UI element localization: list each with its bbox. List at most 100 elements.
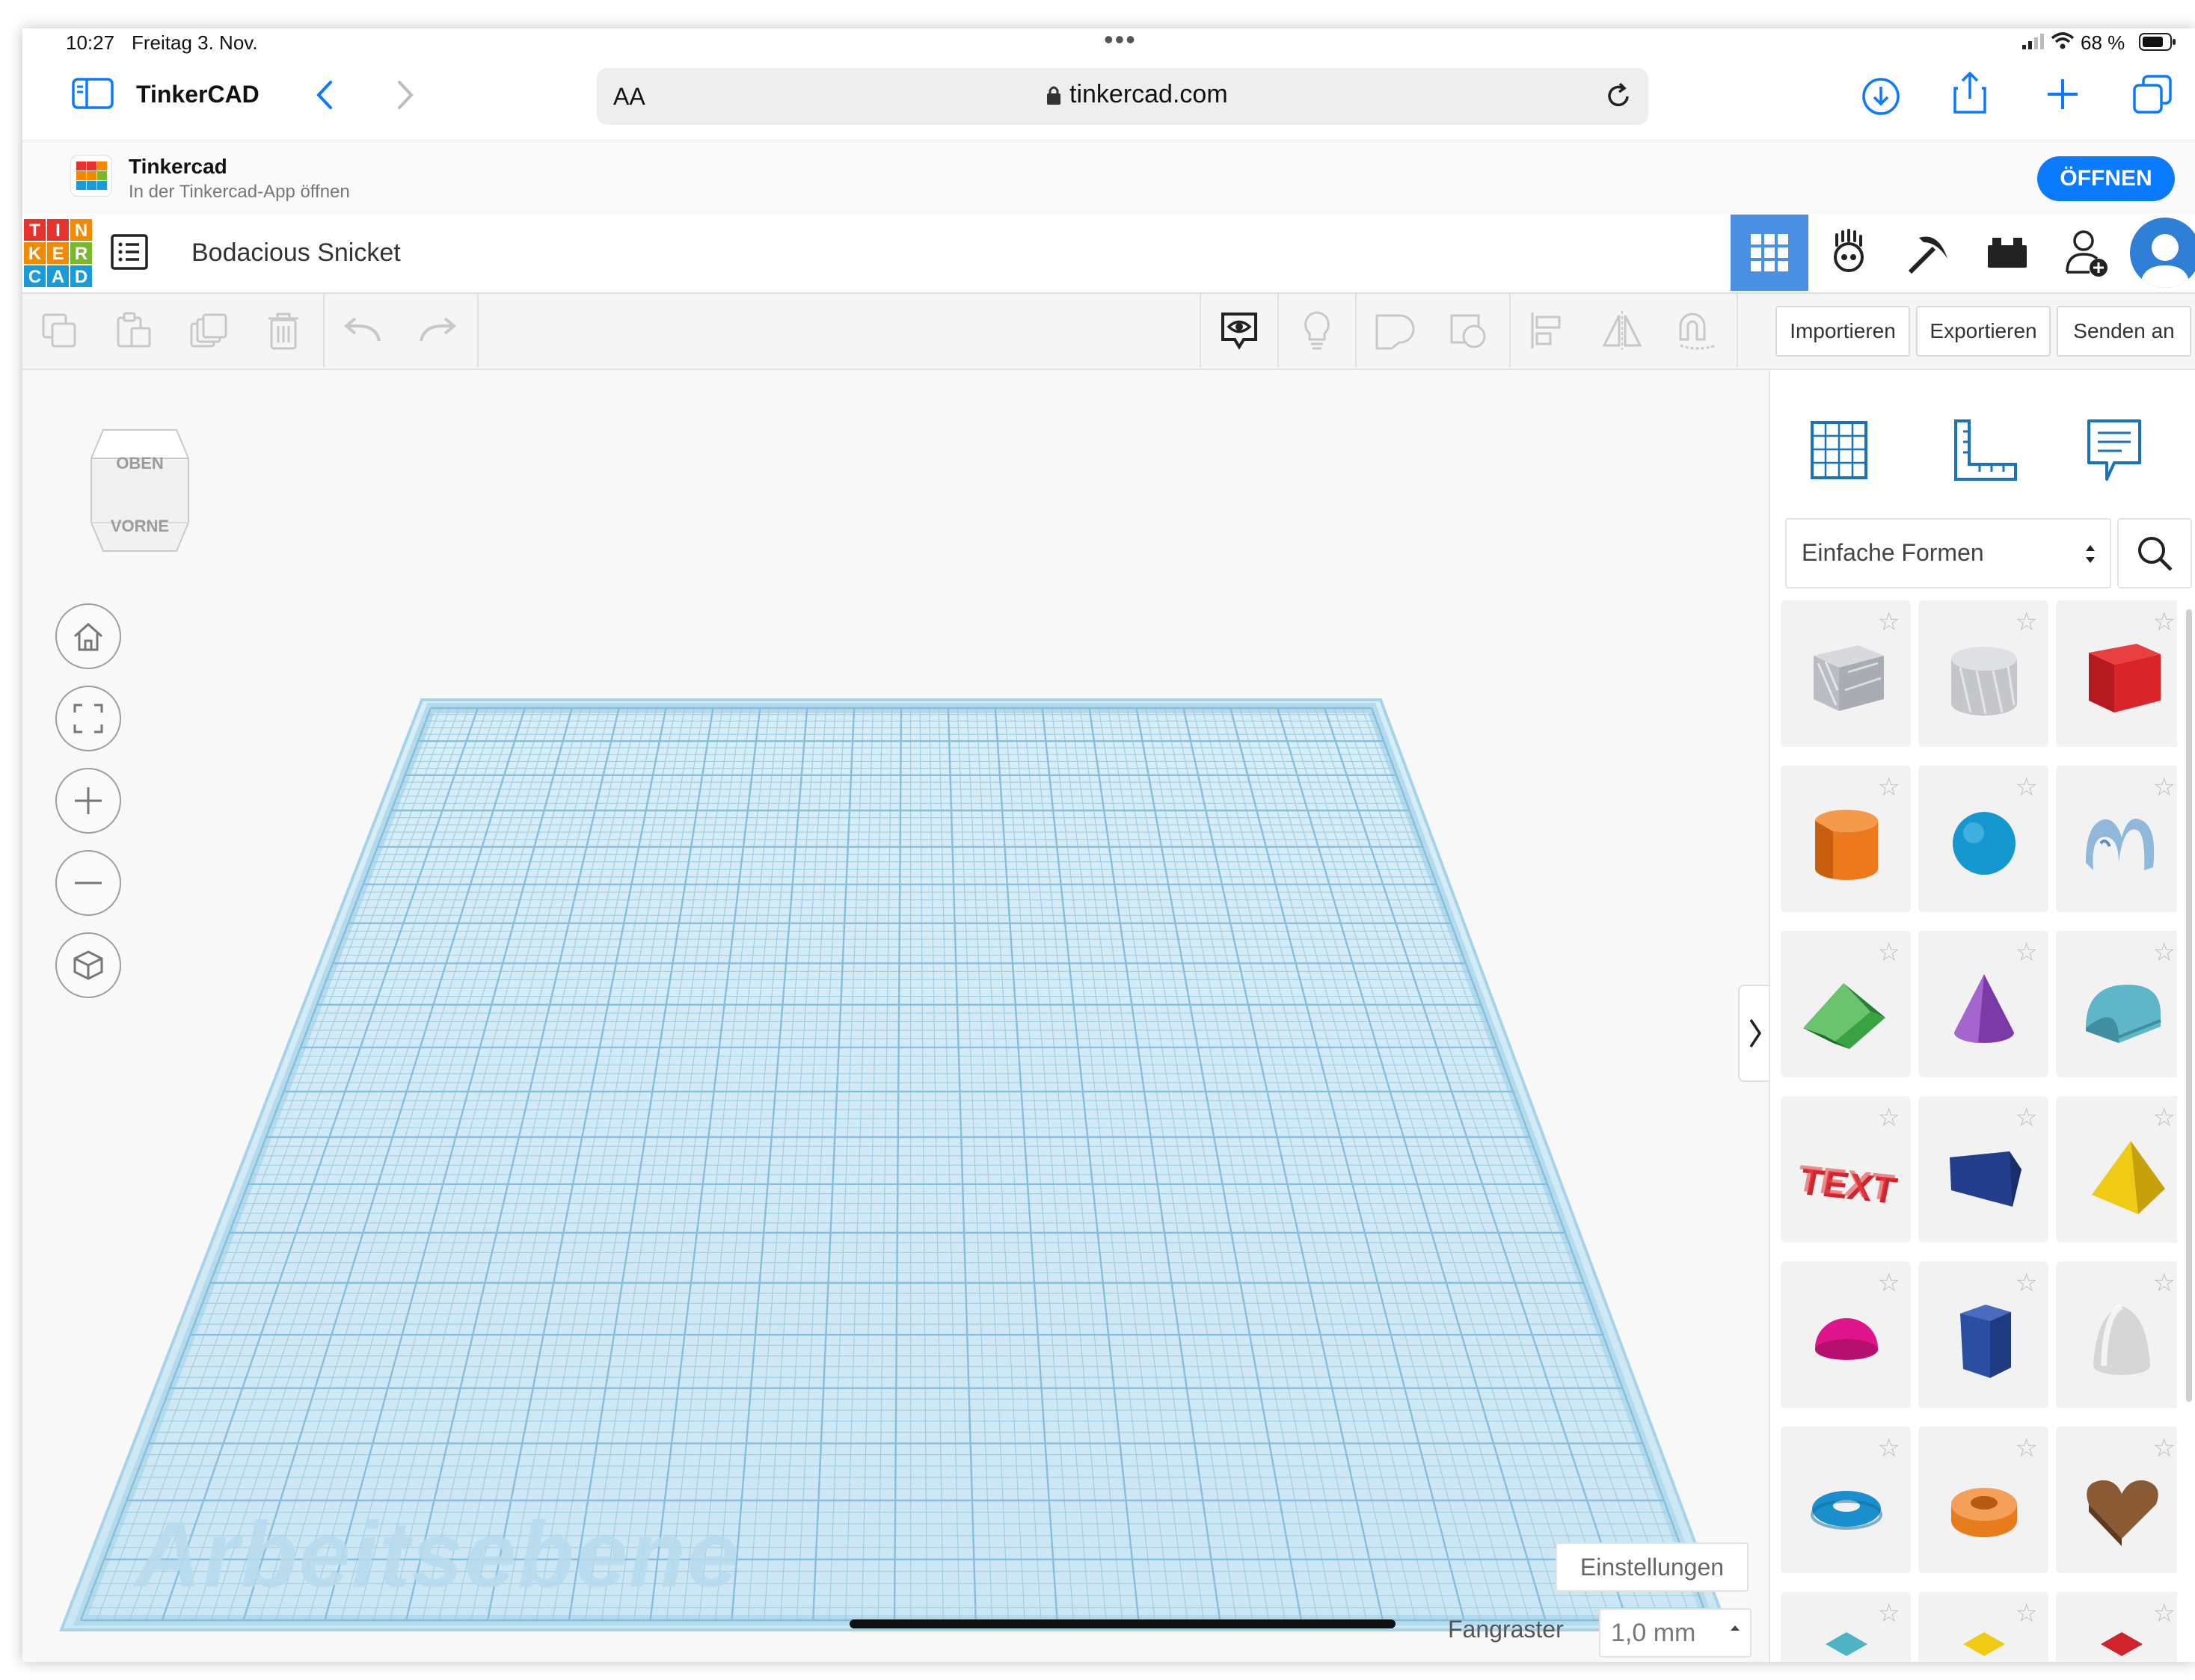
favorite-star-icon[interactable]: ☆: [2016, 609, 2038, 635]
logo-letter: R: [75, 244, 88, 264]
favorite-star-icon[interactable]: ☆: [2153, 1436, 2176, 1461]
paste-button[interactable]: [97, 294, 171, 367]
align-button[interactable]: [1511, 294, 1584, 367]
notes-tool-button[interactable]: [2084, 416, 2144, 490]
shape-tile-cylinder[interactable]: ☆: [1781, 766, 1911, 912]
user-avatar[interactable]: [2130, 218, 2195, 288]
redo-button[interactable]: [401, 294, 474, 367]
forward-icon[interactable]: [396, 79, 416, 114]
app-banner-logo: [70, 155, 112, 197]
browser-tab-title[interactable]: TinkerCAD: [136, 81, 260, 108]
favorite-star-icon[interactable]: ☆: [1878, 1436, 1900, 1461]
open-app-button[interactable]: ÖFFNEN: [2037, 156, 2175, 201]
mirror-button[interactable]: [1585, 294, 1659, 367]
shape-tile-scribble[interactable]: ☆: [2056, 766, 2177, 912]
invite-user-button[interactable]: [2048, 215, 2125, 291]
duplicate-button[interactable]: [172, 294, 245, 367]
copy-button[interactable]: [22, 294, 96, 367]
favorite-star-icon[interactable]: ☆: [1878, 1601, 1900, 1626]
shape-tile-wedge[interactable]: ☆: [1918, 1096, 2048, 1243]
favorite-star-icon[interactable]: ☆: [1878, 940, 1900, 965]
shape-tile-text[interactable]: TEXT TEXT ☆: [1781, 1096, 1911, 1243]
solid-button[interactable]: [1358, 294, 1431, 367]
codeblocks-button[interactable]: [1810, 215, 1888, 291]
text-size-button[interactable]: AA: [613, 83, 645, 111]
favorite-star-icon[interactable]: ☆: [2153, 775, 2176, 800]
favorite-star-icon[interactable]: ☆: [1878, 609, 1900, 635]
shape-tile-polygon[interactable]: ☆: [1918, 1261, 2048, 1408]
home-indicator: [850, 1619, 1396, 1628]
bricks-button[interactable]: [1968, 215, 2046, 291]
delete-button[interactable]: [247, 294, 320, 367]
favorite-star-icon[interactable]: ☆: [2016, 775, 2038, 800]
back-icon[interactable]: [314, 79, 334, 114]
snap-grid-select[interactable]: 1,0 mm: [1599, 1608, 1752, 1658]
brick-icon: [1988, 238, 2027, 268]
workspace-viewport[interactable]: OBEN VORNE Arbeitsebene Einstellungen Fa…: [22, 370, 1771, 1662]
favorite-star-icon[interactable]: ☆: [1878, 1270, 1900, 1296]
download-icon[interactable]: [1861, 76, 1901, 120]
favorite-star-icon[interactable]: ☆: [2153, 940, 2176, 965]
hole-button[interactable]: [1433, 294, 1506, 367]
view-3d-grid-button[interactable]: [1731, 215, 1808, 291]
import-button[interactable]: Importieren: [1775, 306, 1910, 357]
shape-category-select[interactable]: Einfache Formen: [1785, 518, 2111, 588]
favorite-star-icon[interactable]: ☆: [2016, 940, 2038, 965]
shape-tile-partial[interactable]: ☆: [1918, 1592, 2048, 1662]
favorite-star-icon[interactable]: ☆: [1878, 775, 1900, 800]
workplane-grid[interactable]: [22, 370, 1769, 1662]
tabs-overview-icon[interactable]: [2133, 75, 2172, 117]
shape-tile-roof[interactable]: ☆: [1781, 931, 1911, 1077]
favorite-star-icon[interactable]: ☆: [2153, 609, 2176, 635]
show-all-button[interactable]: [1203, 294, 1276, 367]
ruler-tool-button[interactable]: [1950, 416, 2020, 487]
minecraft-pickaxe-button[interactable]: [1889, 215, 1967, 291]
workplane-tool-button[interactable]: [1806, 416, 1872, 487]
shape-tile-round-roof[interactable]: ☆: [2056, 931, 2177, 1077]
favorite-star-icon[interactable]: ☆: [2016, 1105, 2038, 1130]
design-list-icon[interactable]: [111, 234, 148, 274]
shape-tile-half-sphere[interactable]: ☆: [1781, 1261, 1911, 1408]
panel-toggle-button[interactable]: [1738, 985, 1771, 1082]
favorite-star-icon[interactable]: ☆: [2153, 1270, 2176, 1296]
shape-tile-box[interactable]: ☆: [2056, 600, 2177, 747]
favorite-star-icon[interactable]: ☆: [2153, 1601, 2176, 1626]
favorite-star-icon[interactable]: ☆: [2016, 1436, 2038, 1461]
reload-icon[interactable]: [1603, 81, 1633, 115]
design-name[interactable]: Bodacious Snicket: [191, 239, 401, 268]
export-button[interactable]: Exportieren: [1916, 306, 2051, 357]
app-banner: Tinkercad In der Tinkercad-App öffnen ÖF…: [22, 141, 2195, 215]
workplane-settings-button[interactable]: Einstellungen: [1556, 1542, 1749, 1592]
url-text[interactable]: tinkercad.com: [1069, 80, 1228, 109]
shape-tile-cone[interactable]: ☆: [1918, 931, 2048, 1077]
shape-tile-cylinder-hole[interactable]: ☆: [1918, 600, 2048, 747]
shape-tile-sphere[interactable]: ☆: [1918, 766, 2048, 912]
shape-tile-tube[interactable]: ☆: [1918, 1427, 2048, 1573]
shape-tile-partial[interactable]: ☆: [1781, 1592, 1911, 1662]
favorite-star-icon[interactable]: ☆: [2153, 1105, 2176, 1130]
sidebar-toggle-icon[interactable]: [72, 78, 114, 113]
notes-button[interactable]: [1280, 294, 1354, 367]
cruise-button[interactable]: [1660, 294, 1734, 367]
favorite-star-icon[interactable]: ☆: [1878, 1105, 1900, 1130]
multitask-dots-icon[interactable]: •••: [1104, 28, 1137, 55]
favorite-star-icon[interactable]: ☆: [2016, 1270, 2038, 1296]
shape-tile-heart[interactable]: ☆: [2056, 1427, 2177, 1573]
favorite-star-icon[interactable]: ☆: [2016, 1601, 2038, 1626]
new-tab-icon[interactable]: [2046, 78, 2079, 114]
note-bubble-icon: [2087, 419, 2141, 481]
share-icon[interactable]: [1952, 70, 1988, 119]
shape-tile-box-hole[interactable]: ☆: [1781, 600, 1911, 747]
send-to-button[interactable]: Senden an: [2057, 306, 2191, 357]
shape-tile-torus[interactable]: ☆: [1781, 1427, 1911, 1573]
shapes-scrollbar[interactable]: [2186, 609, 2192, 1402]
shape-tile-paraboloid[interactable]: ☆: [2056, 1261, 2177, 1408]
tinkercad-logo[interactable]: TIN KER CAD: [22, 218, 93, 292]
status-date: Freitag 3. Nov.: [132, 31, 258, 54]
undo-button[interactable]: [326, 294, 399, 367]
shape-tile-partial[interactable]: ☆: [2056, 1592, 2177, 1662]
workplane-label: Arbeitsebene: [135, 1504, 740, 1607]
address-bar[interactable]: AA tinkercad.com: [597, 68, 1648, 125]
shape-search-button[interactable]: [2117, 518, 2192, 588]
shape-tile-pyramid[interactable]: ☆: [2056, 1096, 2177, 1243]
